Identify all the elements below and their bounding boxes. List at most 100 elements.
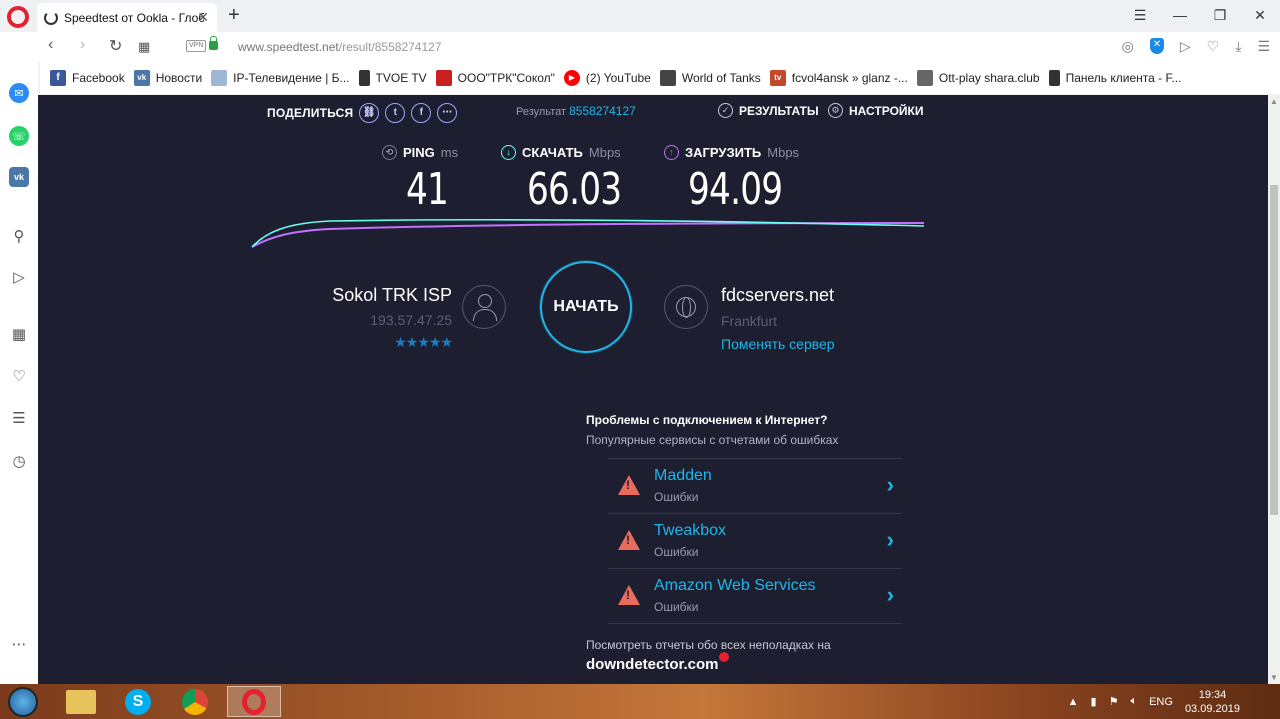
more-icon[interactable]: ⋯ [9,634,29,654]
tab-speedtest[interactable]: Speedtest от Ookla - Глоб ✕ [37,3,217,32]
messenger-icon[interactable]: ✉ [9,83,29,103]
bookmark-iptv[interactable]: IP-Телевидение | Б... [211,70,350,86]
new-tab-button[interactable]: + [228,4,240,27]
issues-title: Проблемы с подключением к Интернет? [586,413,828,427]
speed-dial-icon[interactable]: ▦ [9,324,29,344]
warning-icon [618,475,640,495]
vk-icon: vk [133,70,150,86]
bookmark-label: IP-Телевидение | Б... [233,71,350,85]
language-indicator[interactable]: ENG [1149,696,1173,708]
bookmark-client-panel[interactable]: Панель клиента - F... [1048,70,1181,86]
download-metric: ↓ СКАЧАТЬ Mbps 66.03 [501,145,648,215]
isp-rating-stars[interactable]: ★★★★★ [278,334,453,351]
tray-expand-icon[interactable]: ▲ [1068,696,1079,708]
connection-issues: Проблемы с подключением к Интернет? Попу… [586,413,906,674]
twitter-icon[interactable]: t [385,103,406,123]
bookmark-world-of-tanks[interactable]: World of Tanks [659,70,761,86]
start-button[interactable] [0,686,46,717]
issue-status: Ошибки [654,600,699,614]
url-field[interactable]: www.speedtest.net/result/8558274127 [238,40,441,54]
easy-setup-icon[interactable]: ☰ [1257,38,1270,55]
ping-icon: ⟲ [382,145,397,160]
downdetector-badge-icon [718,652,729,662]
server-city: Frankfurt [721,313,778,329]
tray-device-icon[interactable]: ▮ [1091,695,1097,708]
opera-icon [242,688,266,715]
result-id-link[interactable]: 8558274127 [569,104,636,118]
tray-volume-icon[interactable]: 🔈︎ [1130,695,1137,708]
ping-unit: ms [440,145,459,160]
chrome-icon [182,688,208,715]
system-tray: ▲ ▮ ⚑ 🔈︎ ENG 19:34 03.09.2019 [1068,684,1240,719]
facebook-icon[interactable]: f [411,103,432,123]
opera-menu-icon[interactable] [7,6,29,28]
scroll-up-icon[interactable]: ▲ [1270,97,1278,106]
issue-item[interactable]: Amazon Web Services Ошибки › [608,569,902,624]
send-icon[interactable]: ▷ [1180,38,1191,55]
maximize-button[interactable]: ❐ [1200,0,1240,30]
tab-close-icon[interactable]: ✕ [197,9,209,26]
ping-value: 41 [406,164,449,215]
facebook-icon: f [50,70,66,86]
issues-subtitle: Популярные сервисы с отчетами об ошибках [586,433,839,447]
download-value: 66.03 [527,164,622,215]
settings-button[interactable]: ⚙ НАСТРОЙКИ [828,103,923,118]
scrollbar-thumb[interactable] [1270,185,1278,515]
bookmark-fcvol4ansk[interactable]: tv fcvol4ansk » glanz -... [769,70,908,86]
downdetector-brand: downdetector.com [586,656,719,673]
tab-bar: Speedtest от Ookla - Глоб ✕ + ☰ — ❐ ✕ [0,0,1280,32]
taskbar-skype[interactable]: S [111,686,165,717]
minimize-button[interactable]: — [1160,0,1200,30]
scroll-down-icon[interactable]: ▼ [1270,673,1278,682]
clock-date: 03.09.2019 [1184,702,1240,715]
snapshot-icon[interactable]: ◎ [1122,38,1134,55]
page-scrollbar[interactable]: ▲ ▼ [1268,95,1280,684]
issues-list: Madden Ошибки › Tweakbox Ошибки › Amazon… [608,458,902,624]
clock[interactable]: 19:34 03.09.2019 [1185,688,1240,716]
chevron-right-icon: › [886,527,894,552]
download-label: СКАЧАТЬ [522,145,583,160]
back-icon[interactable]: ‹ [48,36,53,54]
bookmark-facebook[interactable]: f Facebook [50,70,125,86]
vk-icon[interactable]: vk [9,167,29,187]
share-bar: ПОДЕЛИТЬСЯ ⛓ t f ⋯ [267,103,458,123]
news-icon[interactable]: ☰ [9,408,29,428]
adblock-shield-icon[interactable]: ✕ [1149,38,1164,54]
bookmark-novosti[interactable]: vk Новости [133,70,202,86]
upload-graph-line [251,222,925,248]
change-server-link[interactable]: Поменять сервер [721,336,835,352]
search-icon[interactable]: ⚲ [9,226,29,246]
taskbar: S ▲ ▮ ⚑ 🔈︎ ENG 19:34 03.09.2019 [0,684,1280,719]
warning-icon [618,585,640,605]
close-window-button[interactable]: ✕ [1240,0,1280,30]
sokol-icon [435,70,452,86]
issue-item[interactable]: Tweakbox Ошибки › [608,514,902,569]
history-clock-icon[interactable]: ◷ [9,451,29,471]
bookmarks-heart-icon[interactable]: ♡ [9,366,29,386]
whatsapp-icon[interactable]: ☏ [9,126,29,146]
send-icon[interactable]: ▷ [9,267,29,287]
results-button[interactable]: ✓ РЕЗУЛЬТАТЫ [718,103,819,118]
bookmark-heart-icon[interactable]: ♡ [1207,38,1220,55]
taskbar-explorer[interactable] [54,686,108,717]
downdetector-link[interactable]: downdetector.com [586,652,729,673]
reload-icon[interactable]: ↻ [109,36,122,56]
bookmark-ott-play[interactable]: Ott-play shara.club [916,70,1040,86]
link-icon[interactable]: ⛓ [359,103,380,123]
bookmark-youtube[interactable]: ▶ (2) YouTube [563,70,651,86]
forward-icon[interactable]: › [80,36,85,54]
tray-network-icon[interactable]: ⚑ [1109,695,1119,708]
vpn-badge[interactable]: VPN [186,40,207,52]
download-icon[interactable]: ⤓ [1235,38,1241,55]
bookmark-tvoe-tv[interactable]: TVOE TV [358,70,427,86]
taskbar-opera[interactable] [227,686,281,717]
lock-icon[interactable] [209,36,218,50]
speed-dial-icon[interactable]: ▦ [138,39,150,55]
taskbar-chrome[interactable] [168,686,222,717]
more-share-icon[interactable]: ⋯ [437,103,458,123]
tab-menu-icon[interactable]: ☰ [1120,0,1160,30]
issue-item[interactable]: Madden Ошибки › [608,459,902,514]
go-button[interactable]: НАЧАТЬ [540,261,632,353]
bookmark-trk-sokol[interactable]: ООО"ТРК"Сокол" [435,70,555,86]
isp-info: Sokol TRK ISP 193.57.47.25 ★★★★★ [278,285,453,351]
